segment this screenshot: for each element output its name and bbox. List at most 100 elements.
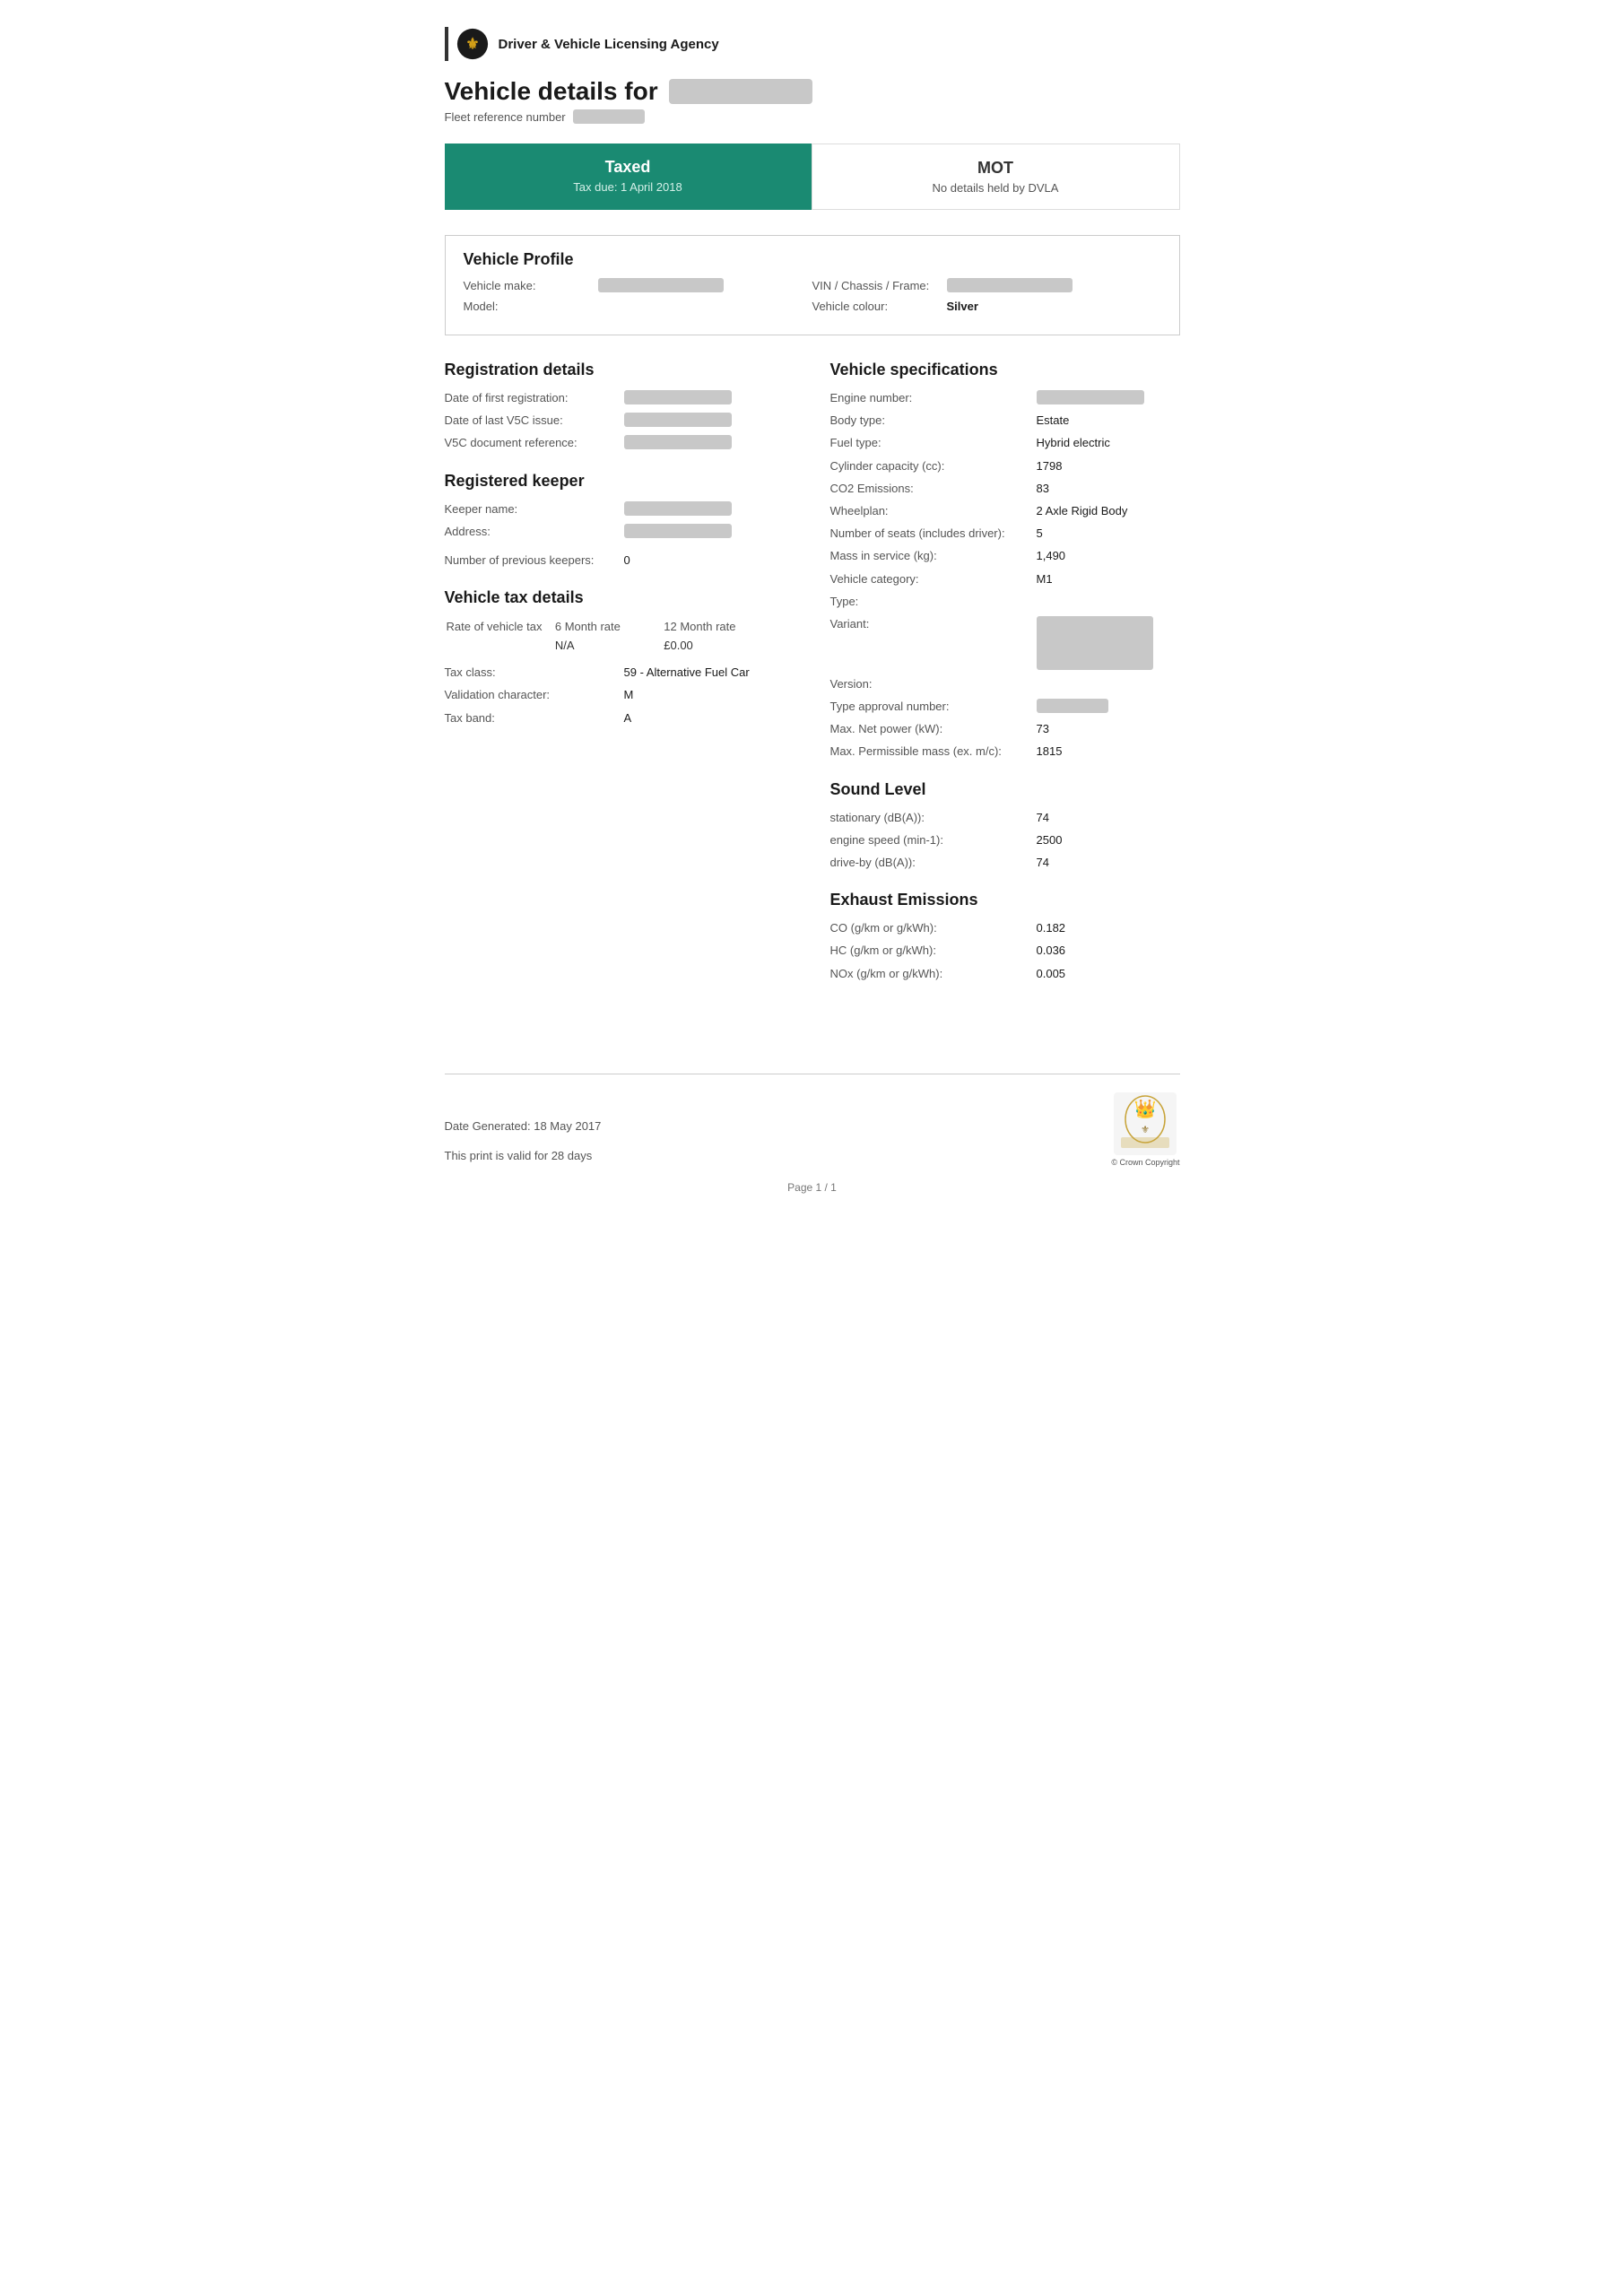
exhaust-title: Exhaust Emissions xyxy=(830,891,1180,909)
driveby-row: drive-by (dB(A)): 74 xyxy=(830,855,1180,871)
tax-rate-table: Rate of vehicle tax 6 Month rate 12 Mont… xyxy=(445,618,795,657)
address-row: Address: xyxy=(445,524,795,540)
seats-value: 5 xyxy=(1037,526,1043,542)
vehicle-model-row: Model: xyxy=(464,300,812,313)
specs-section: Vehicle specifications Engine number: Bo… xyxy=(830,361,1180,761)
driveby-value: 74 xyxy=(1037,855,1049,871)
variant-redacted xyxy=(1037,616,1153,670)
tax-due-text: Tax due: 1 April 2018 xyxy=(463,180,794,194)
date-generated: Date Generated: 18 May 2017 xyxy=(445,1116,602,1136)
prev-keepers-value: 0 xyxy=(624,552,630,569)
variant-row: Variant: xyxy=(830,616,1180,670)
twelve-month-header: 12 Month rate xyxy=(664,620,792,637)
last-v5c-redacted xyxy=(624,413,732,427)
page-title: Vehicle details for xyxy=(445,77,1180,106)
co-value: 0.182 xyxy=(1037,920,1066,936)
fuel-type-row: Fuel type: Hybrid electric xyxy=(830,435,1180,451)
prev-keepers-row: Number of previous keepers: 0 xyxy=(445,552,795,569)
colour-row: Vehicle colour: Silver xyxy=(812,300,1161,313)
wheelplan-value: 2 Axle Rigid Body xyxy=(1037,503,1128,519)
fleet-ref-row: Fleet reference number xyxy=(445,109,1180,124)
keeper-section: Registered keeper Keeper name: Address: … xyxy=(445,472,795,570)
tax-class-row: Tax class: 59 - Alternative Fuel Car xyxy=(445,665,795,681)
exhaust-section: Exhaust Emissions CO (g/km or g/kWh): 0.… xyxy=(830,891,1180,982)
svg-text:⚜: ⚜ xyxy=(465,36,479,53)
tax-title: Vehicle tax details xyxy=(445,588,795,607)
body-type-value: Estate xyxy=(1037,413,1070,429)
mot-status-box: MOT No details held by DVLA xyxy=(812,144,1180,210)
colour-value: Silver xyxy=(947,300,978,313)
page-number: Page 1 / 1 xyxy=(445,1181,1180,1194)
footer: Date Generated: 18 May 2017 This print i… xyxy=(445,1074,1180,1167)
keeper-title: Registered keeper xyxy=(445,472,795,491)
hc-value: 0.036 xyxy=(1037,943,1066,959)
hc-row: HC (g/km or g/kWh): 0.036 xyxy=(830,943,1180,959)
nox-row: NOx (g/km or g/kWh): 0.005 xyxy=(830,966,1180,982)
tax-class-value: 59 - Alternative Fuel Car xyxy=(624,665,750,681)
sound-section: Sound Level stationary (dB(A)): 74 engin… xyxy=(830,780,1180,872)
vehicle-make-row: Vehicle make: xyxy=(464,278,812,292)
mass-row: Mass in service (kg): 1,490 xyxy=(830,548,1180,564)
vehicle-make-redacted xyxy=(598,278,724,292)
tax-rate-row: N/A £0.00 xyxy=(447,639,793,656)
vin-redacted xyxy=(947,278,1073,292)
engine-speed-value: 2500 xyxy=(1037,832,1063,848)
vin-row: VIN / Chassis / Frame: xyxy=(812,278,1161,292)
type-row: Type: xyxy=(830,594,1180,610)
mot-status-title: MOT xyxy=(830,159,1161,178)
body-type-row: Body type: Estate xyxy=(830,413,1180,429)
footer-right: 👑 ⚜ © Crown Copyright xyxy=(1111,1092,1179,1167)
registration-title: Registration details xyxy=(445,361,795,379)
wheelplan-row: Wheelplan: 2 Axle Rigid Body xyxy=(830,503,1180,519)
tax-band-value: A xyxy=(624,710,632,726)
category-row: Vehicle category: M1 xyxy=(830,571,1180,587)
fuel-type-value: Hybrid electric xyxy=(1037,435,1110,451)
main-content: Registration details Date of first regis… xyxy=(445,361,1180,1002)
stationary-row: stationary (dB(A)): 74 xyxy=(830,810,1180,826)
tax-band-row: Tax band: A xyxy=(445,710,795,726)
crown-emblem-icon: 👑 ⚜ xyxy=(1114,1092,1177,1155)
tax-section: Vehicle tax details Rate of vehicle tax … xyxy=(445,588,795,726)
specs-title: Vehicle specifications xyxy=(830,361,1180,379)
first-reg-redacted xyxy=(624,390,732,404)
mot-sub-text: No details held by DVLA xyxy=(830,181,1161,195)
sound-title: Sound Level xyxy=(830,780,1180,799)
footer-left: Date Generated: 18 May 2017 This print i… xyxy=(445,1116,602,1167)
registration-section: Registration details Date of first regis… xyxy=(445,361,795,452)
crown-copyright-text: © Crown Copyright xyxy=(1111,1158,1179,1167)
engine-number-redacted xyxy=(1037,390,1144,404)
nox-value: 0.005 xyxy=(1037,966,1066,982)
seats-row: Number of seats (includes driver): 5 xyxy=(830,526,1180,542)
validity-text: This print is valid for 28 days xyxy=(445,1145,602,1166)
version-row: Version: xyxy=(830,676,1180,692)
type-approval-row: Type approval number: xyxy=(830,699,1180,715)
max-perm-mass-row: Max. Permissible mass (ex. m/c): 1815 xyxy=(830,744,1180,760)
vehicle-profile-box: Vehicle Profile Vehicle make: Model: VIN… xyxy=(445,235,1180,335)
engine-speed-row: engine speed (min-1): 2500 xyxy=(830,832,1180,848)
vehicle-reg-redacted xyxy=(669,79,812,104)
co2-value: 83 xyxy=(1037,481,1049,497)
co2-row: CO2 Emissions: 83 xyxy=(830,481,1180,497)
dvla-header: ⚜ Driver & Vehicle Licensing Agency xyxy=(445,27,1180,61)
cylinder-value: 1798 xyxy=(1037,458,1063,474)
max-net-power-row: Max. Net power (kW): 73 xyxy=(830,721,1180,737)
cylinder-row: Cylinder capacity (cc): 1798 xyxy=(830,458,1180,474)
validation-char-value: M xyxy=(624,687,634,703)
status-row: Taxed Tax due: 1 April 2018 MOT No detai… xyxy=(445,144,1180,210)
type-approval-redacted xyxy=(1037,699,1108,713)
rate-col-header: Rate of vehicle tax xyxy=(447,620,553,637)
six-month-value: N/A xyxy=(555,639,662,656)
max-perm-mass-value: 1815 xyxy=(1037,744,1063,760)
keeper-name-row: Keeper name: xyxy=(445,501,795,517)
six-month-header: 6 Month rate xyxy=(555,620,662,637)
left-column: Registration details Date of first regis… xyxy=(445,361,795,1002)
tax-status-box: Taxed Tax due: 1 April 2018 xyxy=(445,144,812,210)
keeper-name-redacted xyxy=(624,501,732,516)
v5c-ref-row: V5C document reference: xyxy=(445,435,795,451)
org-name: Driver & Vehicle Licensing Agency xyxy=(499,37,719,52)
fleet-ref-redacted xyxy=(573,109,645,124)
twelve-month-value: £0.00 xyxy=(664,639,792,656)
first-reg-row: Date of first registration: xyxy=(445,390,795,406)
tax-status-title: Taxed xyxy=(463,158,794,177)
co-row: CO (g/km or g/kWh): 0.182 xyxy=(830,920,1180,936)
